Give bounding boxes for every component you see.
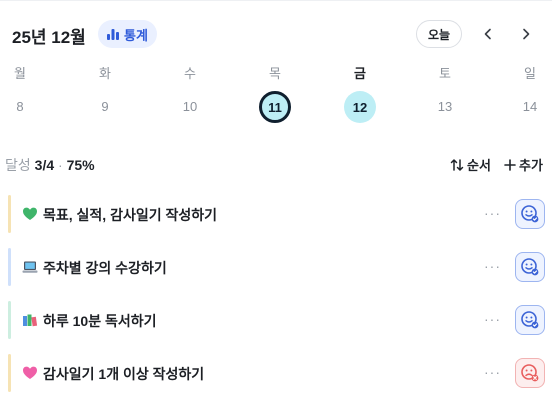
progress-summary: 달성 3/4 · 75% [5, 155, 95, 175]
more-options-button[interactable]: ··· [484, 258, 501, 274]
books-icon [22, 312, 38, 328]
weekday-sat: 토 [439, 66, 451, 81]
goal-accent-bar [8, 354, 11, 392]
weekday-sun: 일 [524, 66, 536, 81]
goal-row[interactable]: 목표, 실적, 감사일기 작성하기 ··· [8, 195, 548, 233]
chevron-right-icon [520, 28, 532, 40]
sad-x-icon [520, 363, 540, 383]
goal-accent-bar [8, 301, 11, 339]
goal-title: 주차별 강의 수강하기 [43, 260, 167, 276]
sort-order-button[interactable]: 순서 [450, 155, 491, 174]
goal-row[interactable]: 주차별 강의 수강하기 ··· [8, 248, 548, 286]
top-divider [0, 0, 552, 1]
more-options-button[interactable]: ··· [484, 311, 501, 327]
more-options-button[interactable]: ··· [484, 364, 501, 380]
add-goal-button[interactable]: 추가 [504, 155, 543, 174]
goal-accent-bar [8, 195, 11, 233]
weekday-fri: 금 [354, 66, 366, 81]
progress-label: 달성 [5, 157, 31, 173]
date-13[interactable]: 13 [425, 99, 465, 114]
goal-title: 감사일기 1개 이상 작성하기 [43, 366, 205, 382]
pink-heart-icon [22, 365, 38, 381]
today-button[interactable]: 오늘 [416, 20, 462, 48]
date-10[interactable]: 10 [170, 99, 210, 114]
goal-row[interactable]: 감사일기 1개 이상 작성하기 ··· [8, 354, 548, 392]
plus-icon [504, 158, 516, 171]
progress-separator: · [58, 157, 63, 173]
month-title: 25년 12월 [12, 28, 86, 47]
more-options-button[interactable]: ··· [484, 205, 501, 221]
next-week-button[interactable] [514, 22, 538, 46]
goal-status-button[interactable] [515, 199, 545, 229]
weekday-mon: 월 [14, 66, 26, 81]
weekday-tue: 화 [99, 66, 111, 81]
smile-check-icon [520, 310, 540, 330]
date-14[interactable]: 14 [510, 99, 550, 114]
smile-check-icon [520, 204, 540, 224]
goal-title: 하루 10분 독서하기 [43, 313, 157, 329]
chevron-left-icon [482, 28, 494, 40]
date-12-selected[interactable]: 12 [344, 91, 376, 123]
goal-accent-bar [8, 248, 11, 286]
smile-check-icon [520, 257, 540, 277]
add-goal-label: 추가 [519, 158, 543, 173]
date-11-today[interactable]: 11 [259, 91, 291, 123]
laptop-icon [22, 259, 38, 275]
green-heart-icon [22, 206, 38, 222]
prev-week-button[interactable] [476, 22, 500, 46]
goal-status-button[interactable] [515, 252, 545, 282]
stats-label: 통계 [124, 27, 148, 43]
sort-order-label: 순서 [467, 158, 491, 173]
goal-status-button[interactable] [515, 305, 545, 335]
progress-count: 3/4 [34, 157, 55, 173]
date-8[interactable]: 8 [0, 99, 40, 114]
sort-arrows-icon [450, 158, 464, 172]
goal-row[interactable]: 하루 10분 독서하기 ··· [8, 301, 548, 339]
bar-chart-icon [106, 27, 120, 41]
date-9[interactable]: 9 [85, 99, 125, 114]
goal-title: 목표, 실적, 감사일기 작성하기 [43, 207, 218, 223]
weekday-wed: 수 [184, 66, 196, 81]
stats-button[interactable]: 통계 [98, 20, 157, 48]
goal-status-button[interactable] [515, 358, 545, 388]
progress-percent: 75% [66, 157, 95, 173]
weekday-thu: 목 [269, 66, 281, 81]
